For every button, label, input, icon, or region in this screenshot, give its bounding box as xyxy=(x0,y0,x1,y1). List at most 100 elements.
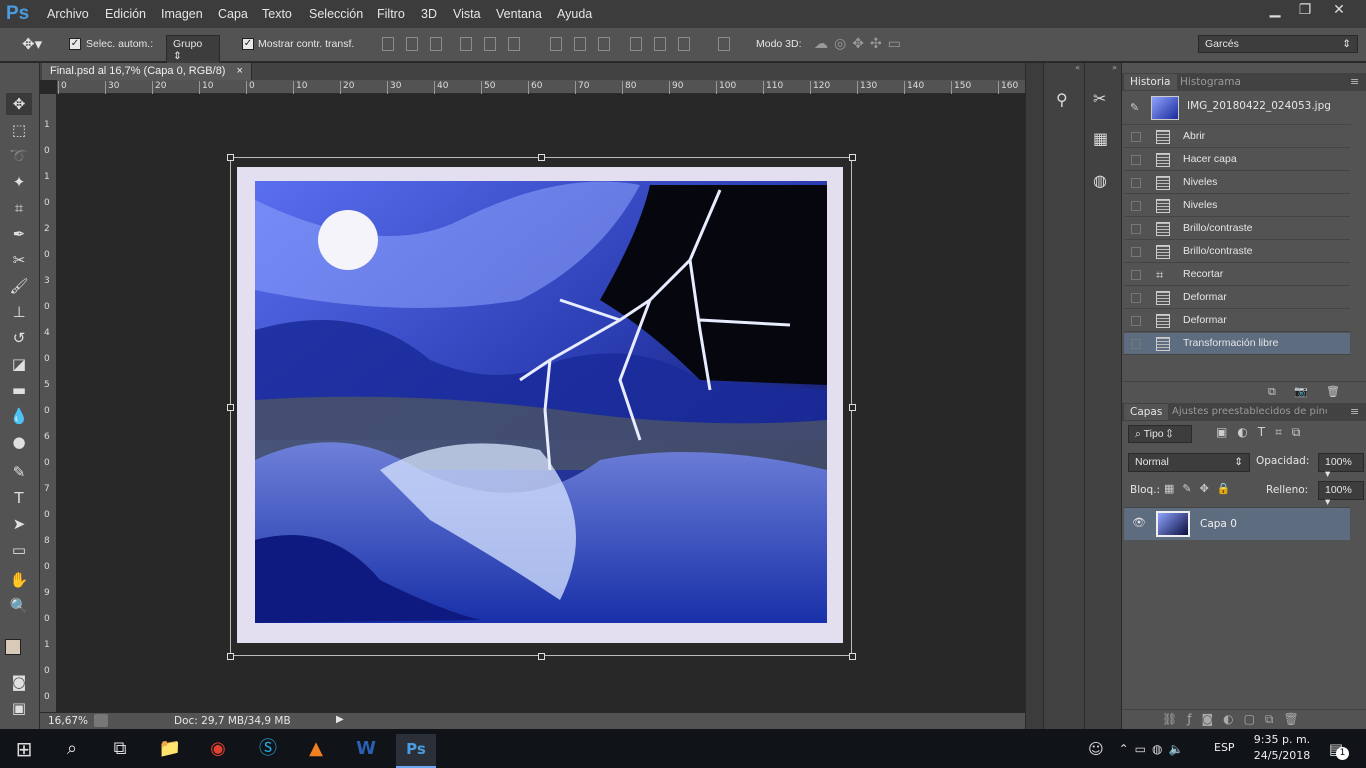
lasso-tool-icon[interactable]: ➰ xyxy=(6,145,32,167)
move-tool-icon[interactable]: ✥ xyxy=(6,93,32,115)
tool-presets-icon[interactable]: ⚲ xyxy=(1056,90,1068,109)
distribute-right-icon[interactable] xyxy=(678,37,690,51)
align-right-icon[interactable] xyxy=(508,37,520,51)
photoshop-taskbar-icon[interactable]: Ps xyxy=(396,734,436,768)
menu-filtro[interactable]: Filtro xyxy=(377,7,405,21)
share-icon[interactable] xyxy=(94,714,108,727)
lock-icons[interactable]: ▦✎✥🔒 xyxy=(1164,482,1239,495)
history-item-selected[interactable]: Transformación libre xyxy=(1124,333,1350,355)
quick-mask-icon[interactable]: ◙ xyxy=(6,671,32,693)
history-brush-source-icon[interactable]: ✎ xyxy=(1130,101,1139,114)
snapshot-camera-icon[interactable]: 📷 xyxy=(1294,385,1308,398)
history-item[interactable]: Brillo/contraste xyxy=(1124,218,1350,240)
opacity-input[interactable]: 100% ▾ xyxy=(1318,453,1364,480)
menu-texto[interactable]: Texto xyxy=(262,7,292,21)
clock-time[interactable]: 9:35 p. m. xyxy=(1252,733,1312,746)
history-checkbox[interactable] xyxy=(1131,155,1141,165)
tab-histograma[interactable]: Histograma xyxy=(1180,76,1241,88)
zoom-tool-icon[interactable]: 🔍 xyxy=(6,595,32,617)
system-tray-icons[interactable]: ⌃▭◍🔈 xyxy=(1114,734,1194,768)
menu-vista[interactable]: Vista xyxy=(453,7,481,21)
new-document-from-state-icon[interactable]: ⧉ xyxy=(1268,385,1276,399)
collapse-icon[interactable]: « xyxy=(1044,63,1084,73)
history-checkbox[interactable] xyxy=(1131,293,1141,303)
stamp-tool-icon[interactable]: ⊥ xyxy=(6,301,32,323)
fill-input[interactable]: 100% ▾ xyxy=(1318,481,1364,508)
healing-tool-icon[interactable]: ✂ xyxy=(6,249,32,271)
clock-date[interactable]: 24/5/2018 xyxy=(1252,749,1312,762)
transform-handle-b[interactable] xyxy=(538,653,545,660)
history-checkbox[interactable] xyxy=(1131,201,1141,211)
dodge-tool-icon[interactable]: ● xyxy=(6,431,32,453)
transform-handle-tr[interactable] xyxy=(849,154,856,161)
history-menu-icon[interactable]: ≡ xyxy=(1350,75,1359,88)
eyedropper-tool-icon[interactable]: ✒ xyxy=(6,223,32,245)
transform-bounding-box[interactable] xyxy=(230,157,852,656)
menu-capa[interactable]: Capa xyxy=(218,7,248,21)
move-tool-preset-icon[interactable]: ✥▾ xyxy=(22,35,42,53)
auto-align-icon[interactable] xyxy=(718,37,730,51)
people-icon[interactable]: ☺ xyxy=(1076,734,1116,768)
blend-mode-dropdown[interactable]: Normal ⇕ xyxy=(1128,453,1250,472)
history-brush-tool-icon[interactable]: ↺ xyxy=(6,327,32,349)
transform-handle-l[interactable] xyxy=(227,404,234,411)
tab-brush-presets[interactable]: Ajustes preestablecidos de pincel xyxy=(1172,406,1327,417)
screen-mode-icon[interactable]: ▣ xyxy=(6,697,32,719)
history-item[interactable]: Niveles xyxy=(1124,195,1350,217)
transform-handle-tl[interactable] xyxy=(227,154,234,161)
align-top-icon[interactable] xyxy=(382,37,394,51)
workspace-dropdown[interactable]: Garcés ⇕ xyxy=(1198,35,1358,53)
distribute-left-icon[interactable] xyxy=(630,37,642,51)
task-view-icon[interactable]: ⧉ xyxy=(100,734,140,768)
language-indicator[interactable]: ESP xyxy=(1214,741,1235,754)
history-snapshot[interactable]: ✎ IMG_20180422_024053.jpg xyxy=(1122,91,1351,125)
auto-select-dropdown[interactable]: Grupo ⇕ xyxy=(166,35,220,65)
history-item[interactable]: ⌗ Recortar xyxy=(1124,264,1350,286)
align-vcenter-icon[interactable] xyxy=(406,37,418,51)
menu-3d[interactable]: 3D xyxy=(421,7,437,21)
document-tab-close-icon[interactable]: × xyxy=(237,65,243,77)
search-icon[interactable]: ⌕ xyxy=(52,734,92,768)
history-item[interactable]: Deformar xyxy=(1124,310,1350,332)
align-hcenter-icon[interactable] xyxy=(484,37,496,51)
vertical-scrollbar[interactable] xyxy=(1025,63,1043,729)
visibility-eye-icon[interactable]: 👁 xyxy=(1132,516,1146,529)
crop-tool-icon[interactable]: ⌗ xyxy=(6,197,32,219)
blur-tool-icon[interactable]: 💧 xyxy=(6,405,32,427)
shape-tool-icon[interactable]: ▭ xyxy=(6,539,32,561)
menu-archivo[interactable]: Archivo xyxy=(47,7,89,21)
history-item[interactable]: Abrir xyxy=(1124,126,1350,148)
magic-wand-tool-icon[interactable]: ✦ xyxy=(6,171,32,193)
align-bottom-icon[interactable] xyxy=(430,37,442,51)
history-checkbox[interactable] xyxy=(1131,316,1141,326)
status-arrow-icon[interactable]: ▶ xyxy=(336,714,344,725)
vlc-icon[interactable]: ▲ xyxy=(296,734,336,768)
skype-icon[interactable]: Ⓢ xyxy=(248,734,288,768)
hand-tool-icon[interactable]: ✋ xyxy=(6,569,32,591)
transform-handle-bl[interactable] xyxy=(227,653,234,660)
layers-footer-icons[interactable]: ⛓ƒ◙◐▢⧉🗑 xyxy=(1162,712,1309,727)
menu-ventana[interactable]: Ventana xyxy=(496,7,542,21)
document-tab[interactable]: Final.psd al 16,7% (Capa 0, RGB/8) × xyxy=(42,63,252,80)
gradient-tool-icon[interactable]: ▬ xyxy=(6,379,32,401)
history-checkbox[interactable] xyxy=(1131,178,1141,188)
delete-state-icon[interactable]: 🗑 xyxy=(1326,385,1340,398)
type-tool-icon[interactable]: T xyxy=(6,487,32,509)
foreground-color-swatch[interactable] xyxy=(5,639,21,655)
transform-handle-t[interactable] xyxy=(538,154,545,161)
minimize-button[interactable]: ▁ xyxy=(1258,0,1292,22)
tab-historia[interactable]: Historia xyxy=(1124,74,1177,90)
close-window-button[interactable]: ✕ xyxy=(1322,0,1356,22)
transform-handle-r[interactable] xyxy=(849,404,856,411)
history-checkbox[interactable] xyxy=(1131,132,1141,142)
brush-settings-icon[interactable]: ✂ xyxy=(1093,89,1106,108)
menu-ayuda[interactable]: Ayuda xyxy=(557,7,592,21)
swatches-icon[interactable]: ▦ xyxy=(1093,129,1108,148)
history-checkbox[interactable] xyxy=(1131,339,1141,349)
file-explorer-icon[interactable]: 📁 xyxy=(150,734,190,768)
styles-icon[interactable]: ◍ xyxy=(1093,171,1107,190)
canvas-area[interactable] xyxy=(57,95,1025,712)
menu-imagen[interactable]: Imagen xyxy=(161,7,203,21)
restore-button[interactable]: ❐ xyxy=(1288,0,1322,22)
history-checkbox[interactable] xyxy=(1131,224,1141,234)
